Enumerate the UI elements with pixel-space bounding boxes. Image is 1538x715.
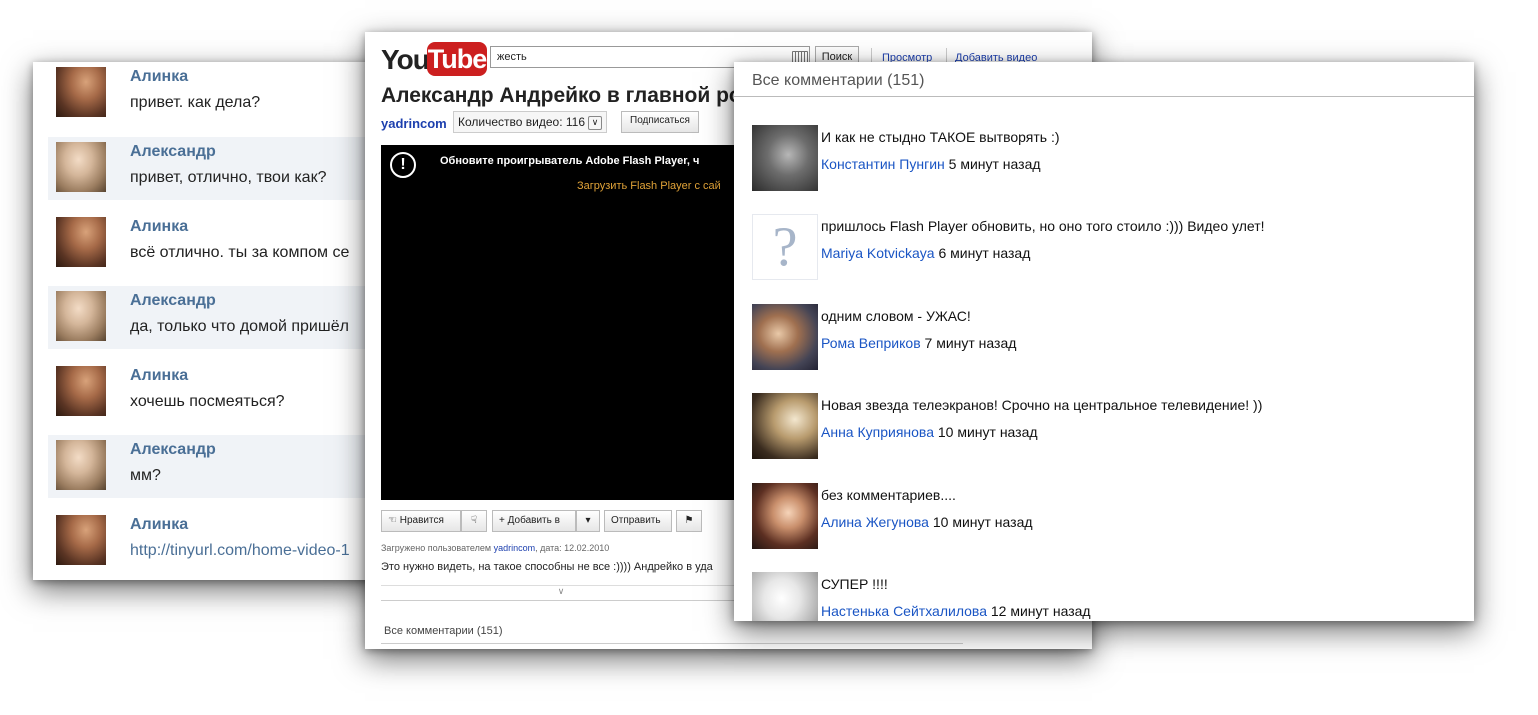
thumbs-up-icon: ☜ [388,515,397,526]
comment-author-link[interactable]: Константин Пунгин [821,156,945,172]
avatar[interactable] [56,67,106,117]
upload-info: Загружено пользователем yadrincom, дата:… [381,543,609,553]
avatar[interactable] [56,217,106,267]
flash-update-message: Обновите проигрыватель Adobe Flash Playe… [440,155,700,167]
alert-icon: ! [390,152,416,178]
add-to-dropdown[interactable]: ▾ [576,510,600,532]
logo-tube-text: Tube [427,42,487,76]
flag-button[interactable]: ⚑ [676,510,702,532]
uploaded-prefix: Загружено пользователем [381,543,492,553]
comment-time: 5 минут назад [948,156,1041,172]
comment-time: 12 минут назад [990,603,1091,619]
video-player[interactable]: ! Обновите проигрыватель Adobe Flash Pla… [381,145,741,500]
avatar[interactable] [752,483,818,549]
message-text: мм? [130,467,161,484]
comment-time: 10 минут назад [932,514,1033,530]
message-text: хочешь посмеяться? [130,393,285,410]
video-count-dropdown[interactable]: Количество видео: 116 ∨ [453,111,608,133]
comment-item: СУПЕР !!!! Настенька Сейтхалилова 12 мин… [752,572,1452,621]
comment-author-line: Алина Жегунова 10 минут назад [821,514,1033,530]
video-title: Александр Андрейко в главной рол [381,84,755,107]
comment-text: одним словом - УЖАС! [821,308,971,324]
sender-name[interactable]: Алинка [130,367,188,385]
comment-author-link[interactable]: Mariya Kotvickaya [821,245,935,261]
comment-author-link[interactable]: Алина Жегунова [821,514,929,530]
message-text: привет. как дела? [130,94,261,111]
divider [381,643,963,644]
expand-description[interactable]: ∨ [381,585,741,601]
comments-panel: Все комментарии (151) И как не стыдно ТА… [734,62,1474,621]
comment-item: ? пришлось Flash Player обновить, но оно… [752,214,1452,280]
sender-name[interactable]: Алинка [130,516,188,534]
channel-link[interactable]: yadrincom [381,116,447,131]
comment-author-line: Mariya Kotvickaya 6 минут назад [821,245,1030,261]
chevron-down-icon: ∨ [557,586,565,596]
avatar[interactable] [56,515,106,565]
share-button[interactable]: Отправить [604,510,672,532]
comment-author-link[interactable]: Рома Веприков [821,335,921,351]
message-link[interactable]: http://tinyurl.com/home-video-1 [130,542,350,560]
upload-date: , дата: 12.02.2010 [535,543,610,553]
subscribe-button[interactable]: Подписаться [621,111,699,133]
comment-text: И как не стыдно ТАКОЕ вытворять :) [821,129,1060,145]
question-mark-icon: ? [772,216,798,278]
video-count-label: Количество видео: 116 [458,115,586,129]
avatar[interactable] [56,291,106,341]
like-label: Нравится [399,515,444,526]
sender-name[interactable]: Александр [130,292,216,310]
comment-author-link[interactable]: Анна Куприянова [821,424,934,440]
sender-name[interactable]: Александр [130,143,216,161]
avatar[interactable] [56,142,106,192]
video-description: Это нужно видеть, на такое способны не в… [381,561,713,573]
sender-name[interactable]: Александр [130,441,216,459]
add-to-button[interactable]: + Добавить в [492,510,576,532]
comment-text: Новая звезда телеэкранов! Срочно на цент… [821,397,1263,413]
comment-author-line: Рома Веприков 7 минут назад [821,335,1016,351]
comment-time: 7 минут назад [924,335,1017,351]
avatar[interactable] [752,572,818,621]
comments-heading: Все комментарии (151) [384,625,503,637]
dislike-button[interactable]: ☟ [461,510,487,532]
message-text: всё отлично. ты за компом се [130,244,350,261]
avatar[interactable] [752,125,818,191]
avatar[interactable]: ? [752,214,818,280]
sender-name[interactable]: Алинка [130,218,188,236]
add-to-label: Добавить в [507,515,560,526]
message-text: да, только что домой пришёл [130,318,349,335]
comments-heading: Все комментарии (151) [752,72,925,89]
comment-text: без комментариев.... [821,487,956,503]
comment-author-line: Константин Пунгин 5 минут назад [821,156,1041,172]
comment-text: пришлось Flash Player обновить, но оно т… [821,218,1265,234]
avatar[interactable] [56,366,106,416]
avatar[interactable] [56,440,106,490]
sender-name[interactable]: Алинка [130,68,188,86]
thumbs-down-icon: ☟ [470,515,478,526]
plus-icon: + [499,515,505,526]
message-text: привет, отлично, твои как? [130,169,327,186]
avatar[interactable] [752,304,818,370]
comment-author-line: Анна Куприянова 10 минут назад [821,424,1038,440]
chevron-down-icon: ∨ [588,115,603,130]
comment-text: СУПЕР !!!! [821,576,888,592]
chevron-down-icon: ▾ [585,515,591,526]
comment-item: одним словом - УЖАС! Рома Веприков 7 мин… [752,304,1452,370]
like-button[interactable]: ☜ Нравится [381,510,461,532]
divider [734,96,1474,97]
comment-author-link[interactable]: Настенька Сейтхалилова [821,603,987,619]
logo-you-text: You [381,44,430,75]
comment-item: Новая звезда телеэкранов! Срочно на цент… [752,393,1452,459]
comment-time: 10 минут назад [937,424,1038,440]
comment-item: И как не стыдно ТАКОЕ вытворять :) Конст… [752,125,1452,191]
comment-author-line: Настенька Сейтхалилова 12 минут назад [821,603,1091,619]
comment-time: 6 минут назад [938,245,1031,261]
avatar[interactable] [752,393,818,459]
comment-item: без комментариев.... Алина Жегунова 10 м… [752,483,1452,549]
uploader-link[interactable]: yadrincom [494,543,536,553]
flag-icon: ⚑ [684,515,694,526]
flash-download-link[interactable]: Загрузить Flash Player с сай [577,180,721,192]
